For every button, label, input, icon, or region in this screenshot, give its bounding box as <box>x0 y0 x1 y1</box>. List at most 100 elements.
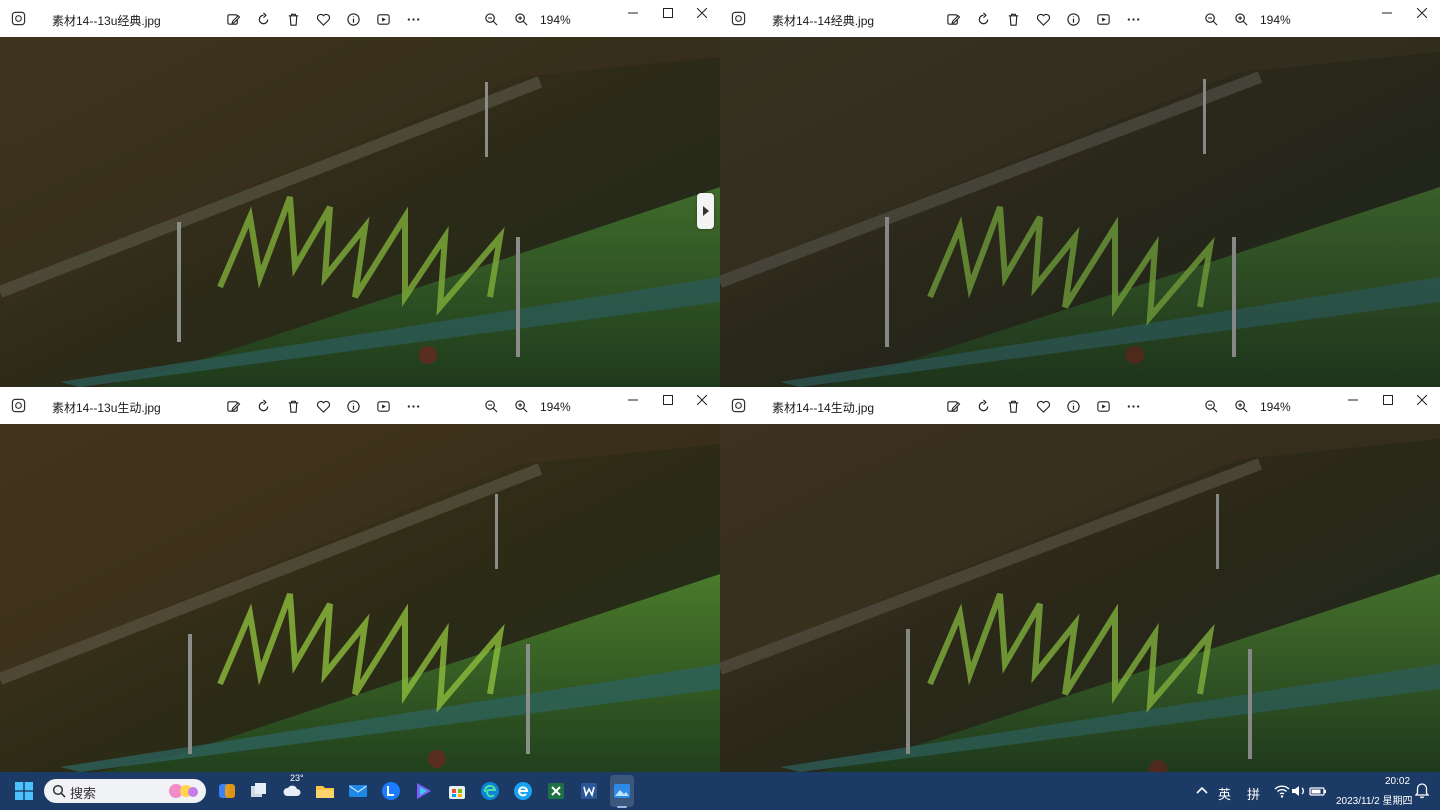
zoom-out-icon[interactable] <box>1201 396 1221 416</box>
rotate-icon[interactable] <box>253 396 273 416</box>
edit-image-icon[interactable] <box>943 9 963 29</box>
info-icon[interactable] <box>1063 9 1083 29</box>
info-icon[interactable] <box>1063 396 1083 416</box>
taskbar-file-explorer[interactable] <box>314 780 336 802</box>
taskbar-browser-e[interactable] <box>512 780 534 802</box>
photos-running-indicator <box>617 806 627 808</box>
search-icon <box>52 784 66 798</box>
photo-image <box>720 424 1440 772</box>
taskbar-photos[interactable] <box>611 780 633 802</box>
delete-icon[interactable] <box>283 9 303 29</box>
cloud-icon <box>283 785 301 796</box>
edit-image-icon[interactable] <box>223 396 243 416</box>
photo-view[interactable] <box>720 37 1440 387</box>
taskbar-store[interactable] <box>446 780 468 802</box>
more-options-icon[interactable] <box>403 396 423 416</box>
close-button[interactable] <box>692 4 712 22</box>
photo-image <box>720 37 1440 387</box>
info-icon[interactable] <box>343 396 363 416</box>
clock-date[interactable]: 2023/11/2 星期四 <box>1336 792 1413 807</box>
slideshow-icon[interactable] <box>373 9 393 29</box>
more-options-icon[interactable] <box>1123 9 1143 29</box>
mail-icon <box>349 785 367 797</box>
word-icon <box>581 783 597 799</box>
photo-window-1[interactable]: 素材14--13u经典.jpg 194% <box>0 0 720 387</box>
zoom-out-icon[interactable] <box>481 9 501 29</box>
clock-time[interactable]: 20:02 <box>1385 776 1410 787</box>
minimize-button[interactable] <box>623 391 643 409</box>
start-button[interactable] <box>13 780 35 802</box>
photo-view[interactable] <box>0 37 720 387</box>
favorite-icon[interactable] <box>313 9 333 29</box>
maximize-button[interactable] <box>1377 4 1397 22</box>
show-hidden-icons-button[interactable] <box>1191 780 1213 802</box>
rotate-icon[interactable] <box>973 9 993 29</box>
taskbar: 搜索 23° 英 拼 20:02 2023/11/2 星期四 <box>0 772 1440 810</box>
task-view-icon <box>251 783 266 797</box>
taskbar-edge[interactable] <box>479 780 501 802</box>
ime-language-indicator[interactable]: 英 <box>1218 784 1231 803</box>
photo-window-2[interactable]: 素材14--14经典.jpg 194% <box>720 0 1440 387</box>
taskbar-task-view[interactable] <box>248 780 270 802</box>
favorite-icon[interactable] <box>1033 9 1053 29</box>
minimize-button[interactable] <box>1343 391 1363 409</box>
delete-icon[interactable] <box>1003 396 1023 416</box>
photo-view[interactable] <box>720 424 1440 772</box>
edit-image-icon[interactable] <box>223 9 243 29</box>
file-title: 素材14--14生动.jpg <box>772 401 875 415</box>
slideshow-icon[interactable] <box>1093 396 1113 416</box>
favorite-icon[interactable] <box>313 396 333 416</box>
zoom-level[interactable]: 194% <box>1260 400 1291 414</box>
zoom-in-icon[interactable] <box>1231 9 1251 29</box>
photo-window-3[interactable]: 素材14--13u生动.jpg 194% <box>0 387 720 772</box>
more-options-icon[interactable] <box>1123 396 1143 416</box>
close-button[interactable] <box>1412 391 1432 409</box>
delete-icon[interactable] <box>1003 9 1023 29</box>
taskbar-mail[interactable] <box>347 780 369 802</box>
info-icon[interactable] <box>343 9 363 29</box>
rotate-icon[interactable] <box>253 9 273 29</box>
photo-image <box>0 37 720 387</box>
more-options-icon[interactable] <box>403 9 423 29</box>
photo-window-4[interactable]: 素材14--14生动.jpg 194% <box>720 387 1440 772</box>
photo-view[interactable] <box>0 424 720 772</box>
taskbar-app-l[interactable] <box>380 780 402 802</box>
zoom-in-icon[interactable] <box>1231 396 1251 416</box>
minimize-button[interactable] <box>623 4 643 22</box>
rotate-icon[interactable] <box>973 396 993 416</box>
app-l-icon <box>382 782 400 800</box>
zoom-level[interactable]: 194% <box>1260 13 1291 27</box>
zoom-in-icon[interactable] <box>511 9 531 29</box>
file-title: 素材14--13u生动.jpg <box>52 401 161 415</box>
taskbar-app-media[interactable] <box>413 780 435 802</box>
titlebar[interactable]: 素材14--14生动.jpg 194% <box>720 387 1440 424</box>
browser-e-icon <box>514 782 532 800</box>
titlebar[interactable]: 素材14--14经典.jpg 194% <box>720 0 1440 37</box>
maximize-button[interactable] <box>1378 391 1398 409</box>
zoom-out-icon[interactable] <box>481 396 501 416</box>
favorite-icon[interactable] <box>1033 396 1053 416</box>
taskbar-word[interactable] <box>578 780 600 802</box>
titlebar[interactable]: 素材14--13u经典.jpg 194% <box>0 0 720 37</box>
zoom-level[interactable]: 194% <box>540 13 571 27</box>
ime-mode-indicator[interactable]: 拼 <box>1247 784 1260 803</box>
taskbar-copilot-app[interactable] <box>216 780 238 802</box>
maximize-button[interactable] <box>658 4 678 22</box>
taskbar-weather[interactable] <box>281 780 303 802</box>
zoom-out-icon[interactable] <box>1201 9 1221 29</box>
titlebar[interactable]: 素材14--13u生动.jpg 194% <box>0 387 720 424</box>
zoom-in-icon[interactable] <box>511 396 531 416</box>
search-box[interactable]: 搜索 <box>44 779 206 803</box>
close-button[interactable] <box>1412 4 1432 22</box>
slideshow-icon[interactable] <box>1093 9 1113 29</box>
zoom-level[interactable]: 194% <box>540 400 571 414</box>
maximize-button[interactable] <box>658 391 678 409</box>
close-button[interactable] <box>692 391 712 409</box>
notification-center-button[interactable] <box>1411 780 1433 802</box>
taskbar-excel[interactable] <box>545 780 567 802</box>
delete-icon[interactable] <box>283 396 303 416</box>
edit-image-icon[interactable] <box>943 396 963 416</box>
battery-icon[interactable] <box>1307 780 1329 802</box>
next-image-button[interactable] <box>697 193 714 229</box>
slideshow-icon[interactable] <box>373 396 393 416</box>
